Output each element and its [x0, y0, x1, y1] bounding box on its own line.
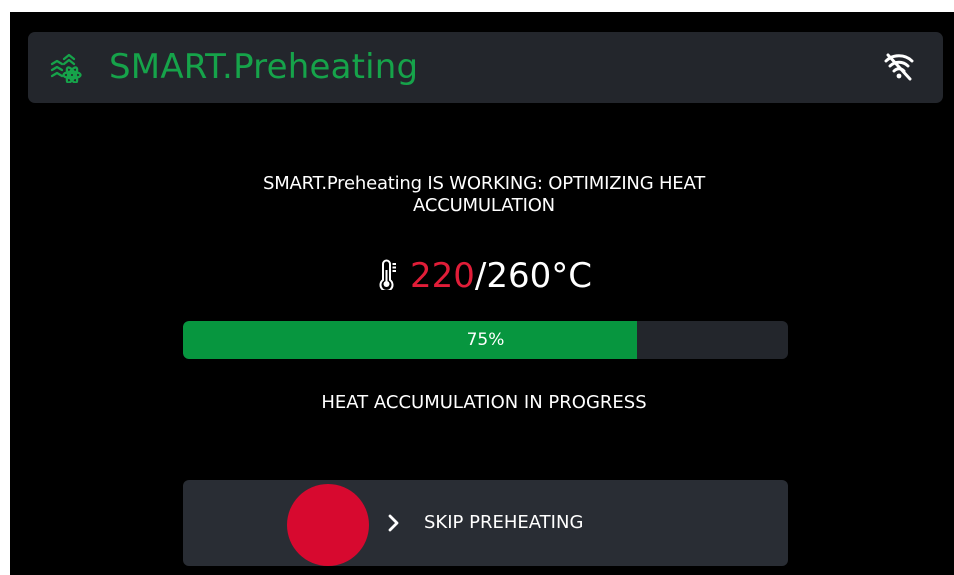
target-temperature: /260°C [474, 256, 592, 296]
progress-label: 75% [466, 330, 505, 350]
skip-preheating-label: SKIP PREHEATING [424, 512, 584, 533]
smart-preheating-logo-icon [50, 53, 82, 83]
thermometer-icon [379, 259, 396, 290]
progress-status: HEAT ACCUMULATION IN PROGRESS [321, 392, 647, 413]
temperature-readout: 220/260°C [350, 254, 620, 298]
skip-preheating-slider[interactable]: SKIP PREHEATING [183, 480, 788, 566]
wifi-off-icon[interactable] [883, 51, 915, 83]
preheat-progress-bar: 75% [183, 321, 788, 359]
working-message: SMART.Preheating IS WORKING: OPTIMIZING … [263, 173, 705, 216]
preheating-screen: SMART.Preheating SMART.Preheating IS WOR… [10, 12, 954, 575]
skip-slider-knob[interactable] [287, 484, 369, 566]
app-header: SMART.Preheating [28, 32, 943, 103]
current-temperature: 220 [410, 256, 475, 296]
app-title: SMART.Preheating [109, 47, 419, 87]
chevron-right-icon [388, 514, 399, 532]
